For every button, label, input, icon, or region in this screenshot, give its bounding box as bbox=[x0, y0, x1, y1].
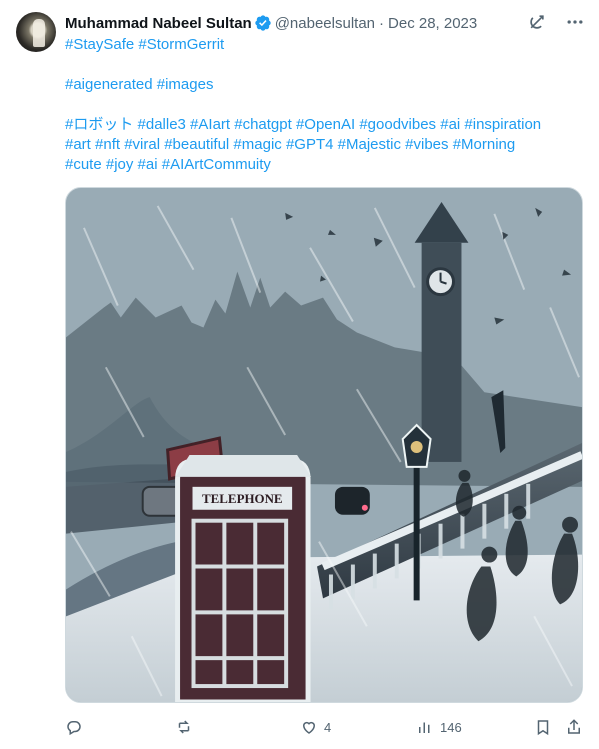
post-date[interactable]: Dec 28, 2023 bbox=[388, 15, 477, 32]
views-chart-icon bbox=[419, 722, 430, 733]
booth-sign-text: TELEPHONE bbox=[202, 491, 283, 506]
london-snowstorm-scene: TELEPHONE bbox=[66, 188, 582, 702]
repost-button[interactable] bbox=[175, 716, 193, 738]
hashtag-line[interactable]: #aigenerated #images bbox=[65, 75, 590, 95]
reply-button[interactable] bbox=[65, 716, 83, 738]
bookmark-button[interactable] bbox=[534, 716, 552, 738]
avatar-figure bbox=[33, 19, 45, 47]
car-light bbox=[361, 504, 368, 511]
lamp-post bbox=[413, 452, 420, 601]
avatar[interactable] bbox=[16, 12, 56, 52]
author-handle[interactable]: @nabeelsultan bbox=[275, 15, 375, 32]
more-icon[interactable] bbox=[565, 12, 585, 32]
hashtag-line[interactable]: #cute #joy #ai #AIArtCommuity bbox=[65, 155, 590, 175]
view-count: 146 bbox=[440, 719, 462, 735]
header-actions bbox=[527, 12, 585, 32]
share-button[interactable] bbox=[565, 716, 583, 738]
author-name[interactable]: Muhammad Nabeel Sultan bbox=[65, 15, 252, 32]
text-spacer bbox=[65, 95, 590, 115]
views-button[interactable]: 146 bbox=[416, 716, 462, 738]
share-icon bbox=[568, 719, 580, 734]
like-count: 4 bbox=[324, 719, 332, 735]
tweet-text: #StaySafe #StormGerrit #aigenerated #ima… bbox=[65, 35, 590, 175]
booth-snow-cap bbox=[175, 454, 312, 477]
hashtag-line[interactable]: #ロボット #dalle3 #AIart #chatgpt #OpenAI #g… bbox=[65, 115, 590, 135]
heart-icon bbox=[302, 721, 316, 734]
bookmark-icon bbox=[537, 720, 549, 736]
tweet-header: Muhammad Nabeel Sultan @nabeelsultan · D… bbox=[65, 12, 583, 34]
like-button[interactable]: 4 bbox=[300, 716, 331, 738]
tweet-actions: 4 146 bbox=[65, 716, 590, 740]
grok-icon[interactable] bbox=[527, 12, 547, 32]
tweet: Muhammad Nabeel Sultan @nabeelsultan · D… bbox=[0, 0, 599, 749]
verified-badge-icon bbox=[255, 15, 271, 31]
hashtag-line[interactable]: #StaySafe #StormGerrit bbox=[65, 35, 590, 55]
reply-icon bbox=[67, 721, 81, 736]
hashtag-line[interactable]: #art #nft #viral #beautiful #magic #GPT4… bbox=[65, 135, 590, 155]
meta-separator: · bbox=[379, 14, 385, 32]
text-spacer bbox=[65, 55, 590, 75]
post-image[interactable]: TELEPHONE bbox=[65, 187, 583, 703]
repost-icon bbox=[178, 720, 190, 734]
lamp-glow bbox=[410, 441, 423, 453]
